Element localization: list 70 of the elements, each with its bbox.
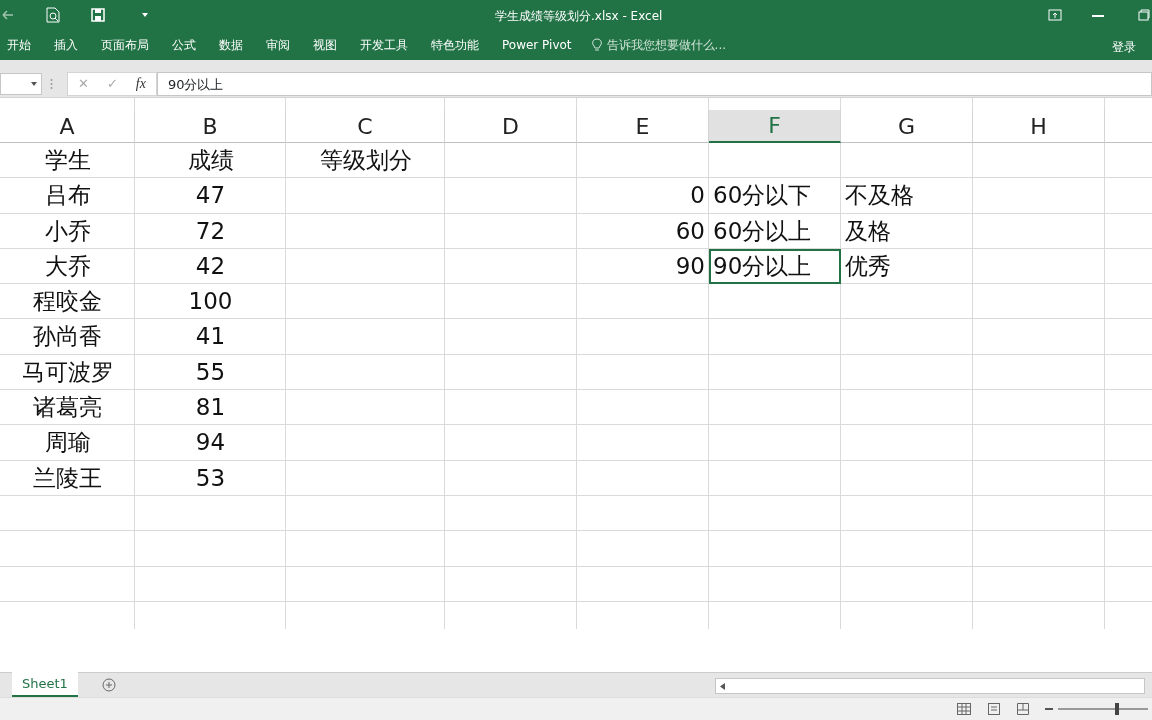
dropdown-caret-icon[interactable] [31,81,37,86]
normal-view-icon[interactable] [957,703,971,715]
table-cell[interactable]: 学生 [0,143,135,179]
table-cell[interactable]: 90分以上 [709,248,841,285]
table-cell[interactable]: 81 [135,390,286,426]
table-cell[interactable]: 程咬金 [0,284,135,320]
table-cell[interactable]: 90 [577,248,709,285]
table-cell[interactable]: 55 [135,354,286,391]
restore-icon[interactable] [1138,9,1150,21]
ribbon-tab[interactable]: 数据 [219,36,243,54]
column-header[interactable]: H [973,110,1105,143]
table-cell[interactable]: 等级划分 [286,143,445,179]
lightbulb-icon [591,38,602,52]
table-cell[interactable]: 吕布 [0,178,135,214]
table-cell[interactable]: 马可波罗 [0,354,135,391]
page-layout-icon[interactable] [988,703,1000,715]
column-header[interactable]: B [135,110,286,143]
table-cell[interactable]: 0 [577,178,709,214]
window-title: 学生成绩等级划分.xlsx - Excel [495,8,663,25]
table-cell[interactable]: 47 [135,178,286,214]
table-cell[interactable]: 及格 [841,213,973,249]
page-break-icon[interactable] [1017,703,1029,715]
table-cell[interactable]: 孙尚香 [0,319,135,355]
ribbon-tab[interactable]: 插入 [54,36,78,54]
column-header[interactable]: A [0,110,135,143]
ribbon-tab[interactable]: 开发工具 [360,36,408,54]
table-cell[interactable]: 成绩 [135,143,286,179]
ribbon-display-icon[interactable] [1048,9,1062,21]
column-header[interactable]: C [286,110,445,143]
table-cell[interactable]: 周瑜 [0,425,135,461]
table-cell[interactable]: 60分以上 [709,213,841,249]
horizontal-scrollbar[interactable] [715,678,1145,694]
grip-icon [50,77,53,90]
table-cell[interactable]: 53 [135,460,286,496]
print-preview-icon[interactable] [46,7,60,23]
ribbon-tab[interactable]: 特色功能 [431,36,479,54]
ribbon-tab[interactable]: Power Pivot [502,36,572,54]
sheet-tab[interactable]: Sheet1 [12,671,78,697]
table-cell[interactable]: 小乔 [0,213,135,249]
table-cell[interactable]: 不及格 [841,178,973,214]
ribbon-tab[interactable]: 页面布局 [101,36,149,54]
add-sheet-icon[interactable] [101,678,116,692]
table-cell[interactable]: 大乔 [0,248,135,285]
formula-field[interactable]: 90分以上 [156,71,1152,96]
table-cell[interactable]: 60分以下 [709,178,841,214]
scroll-left-icon[interactable] [720,683,725,690]
save-icon[interactable] [91,8,105,22]
column-header[interactable]: E [577,110,709,143]
table-cell[interactable]: 60 [577,213,709,249]
ribbon-tab[interactable]: 公式 [172,36,196,54]
table-cell[interactable]: 兰陵王 [0,460,135,496]
insert-function-button[interactable]: fx [135,73,146,94]
customize-caret-icon[interactable] [141,12,149,18]
column-header[interactable]: F [709,110,841,143]
sign-in-link[interactable]: 登录 [1112,38,1136,56]
column-header[interactable]: D [445,110,577,143]
undo-icon[interactable] [2,9,14,21]
slider-thumb[interactable] [1115,703,1120,715]
table-cell[interactable]: 诸葛亮 [0,390,135,426]
table-cell[interactable]: 100 [135,284,286,320]
ribbon-tab[interactable]: 审阅 [266,36,290,54]
table-cell[interactable]: 42 [135,248,286,285]
ribbon-tab[interactable]: 视图 [313,36,337,54]
table-cell[interactable]: 72 [135,213,286,249]
column-header[interactable]: G [841,110,973,143]
table-cell[interactable]: 94 [135,425,286,461]
tell-me-field[interactable]: 告诉我您想要做什么... [604,35,745,55]
ribbon-tab[interactable]: 开始 [7,36,31,54]
table-cell[interactable]: 优秀 [841,248,973,285]
table-cell[interactable]: 41 [135,319,286,355]
